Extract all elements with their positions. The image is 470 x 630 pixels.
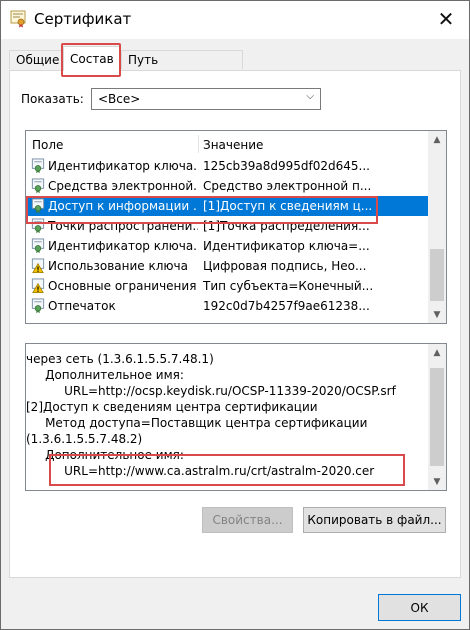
column-header-field[interactable]: Поле xyxy=(32,138,63,152)
field-name-cell: Использование ключа xyxy=(48,259,188,273)
fields-list-header: Поле Значение xyxy=(26,131,428,155)
table-row[interactable]: Идентификатор ключа... 125cb39a8d995df02d… xyxy=(26,156,428,176)
table-row[interactable]: Отпечаток 192c0d7b4257f9ae61238... xyxy=(26,296,428,316)
fields-scrollbar[interactable]: ▲ ▼ xyxy=(428,131,446,323)
table-row[interactable]: Основные ограничения Тип субъекта=Конечны… xyxy=(26,276,428,296)
scroll-thumb[interactable] xyxy=(430,368,444,466)
value-line: Метод доступа=Поставщик центра сертифика… xyxy=(26,416,368,430)
field-name-cell: Основные ограничения xyxy=(48,279,197,293)
value-line: [2]Доступ к сведениям центра сертификаци… xyxy=(26,400,318,414)
table-row[interactable]: Идентификатор ключа... Идентификатор ключ… xyxy=(26,236,428,256)
field-value-cell: Цифровая подпись, Нео... xyxy=(203,259,367,273)
value-line: Дополнительное имя: xyxy=(26,368,184,382)
field-value-cell: [1]Доступ к сведениям ц... xyxy=(203,199,373,213)
close-button[interactable]: ✕ xyxy=(431,5,461,33)
value-line: (1.3.6.1.5.5.7.48.2) xyxy=(26,432,143,446)
scroll-up-icon[interactable]: ▲ xyxy=(428,131,446,148)
show-dropdown[interactable]: <Все> ⌵ xyxy=(91,88,321,110)
tab-details[interactable]: Состав xyxy=(63,46,121,71)
cert-field-icon xyxy=(31,218,45,234)
field-value-cell: 125cb39a8d995df02d645... xyxy=(203,159,370,173)
scroll-up-icon[interactable]: ▲ xyxy=(428,344,446,361)
field-name-cell: Идентификатор ключа... xyxy=(48,159,198,173)
warning-field-icon xyxy=(31,278,45,293)
show-dropdown-value: <Все> xyxy=(98,92,141,106)
field-value-cell: Идентификатор ключа=... xyxy=(203,239,370,253)
field-name-cell: Доступ к информации ... xyxy=(48,199,198,213)
cert-field-icon xyxy=(31,198,45,214)
copy-to-file-button[interactable]: Копировать в файл... xyxy=(303,507,446,533)
table-row[interactable]: Средства электронной... Средство электрон… xyxy=(26,176,428,196)
certificate-dialog: Сертификат ✕ Общие Состав Путь сертифика… xyxy=(0,0,470,630)
cert-field-icon xyxy=(31,238,45,254)
field-value-cell: 192c0d7b4257f9ae61238... xyxy=(203,299,370,313)
fields-list[interactable]: Поле Значение Идентификатор ключа... 125c… xyxy=(25,130,447,324)
scroll-down-icon[interactable]: ▼ xyxy=(428,306,446,323)
value-scrollbar[interactable]: ▲ ▼ xyxy=(428,344,446,490)
value-line: URL=http://ocsp.keydisk.ru/OCSP-11339-20… xyxy=(26,384,396,398)
scroll-thumb[interactable] xyxy=(430,249,444,301)
chevron-down-icon: ⌵ xyxy=(306,91,314,102)
show-label: Показать: xyxy=(21,92,84,106)
value-line: Дополнительное имя: xyxy=(26,448,184,462)
cert-field-icon xyxy=(31,158,45,174)
field-value-cell: [1]Точка распределения... xyxy=(203,219,370,233)
table-row[interactable]: Использование ключа Цифровая подпись, Нео… xyxy=(26,256,428,276)
title-bar: Сертификат ✕ xyxy=(1,1,469,39)
cert-field-icon xyxy=(31,298,45,314)
ok-button[interactable]: ОК xyxy=(378,594,461,621)
field-value-cell: Тип субъекта=Конечный... xyxy=(203,279,374,293)
value-line: через сеть (1.3.6.1.5.5.7.48.1) xyxy=(26,352,214,366)
properties-button[interactable]: Свойства... xyxy=(202,507,293,533)
certificate-icon xyxy=(10,10,26,28)
tab-certification-path[interactable]: Путь сертификации xyxy=(121,50,243,86)
field-name-cell: Средства электронной... xyxy=(48,179,198,193)
tab-general[interactable]: Общие xyxy=(9,50,63,69)
field-value-textbox[interactable]: через сеть (1.3.6.1.5.5.7.48.1) Дополнит… xyxy=(25,343,447,491)
value-line: URL=http://www.ca.astralm.ru/crt/astralm… xyxy=(26,464,375,478)
field-name-cell: Отпечаток xyxy=(48,299,116,313)
cert-field-icon xyxy=(31,178,45,194)
scroll-down-icon[interactable]: ▼ xyxy=(428,473,446,490)
close-icon: ✕ xyxy=(437,7,455,31)
column-header-value[interactable]: Значение xyxy=(203,138,263,152)
field-value-cell: Средство электронной п... xyxy=(203,179,372,193)
table-row[interactable]: Доступ к информации ... [1]Доступ к сведе… xyxy=(26,196,428,216)
tab-strip: Общие Состав Путь сертификации xyxy=(9,46,461,86)
window-title: Сертификат xyxy=(34,10,132,28)
table-row[interactable]: Точки распространени... [1]Точка распреде… xyxy=(26,216,428,236)
warning-field-icon xyxy=(31,258,45,273)
column-divider[interactable] xyxy=(198,135,199,153)
field-name-cell: Идентификатор ключа... xyxy=(48,239,198,253)
field-name-cell: Точки распространени... xyxy=(48,219,198,233)
